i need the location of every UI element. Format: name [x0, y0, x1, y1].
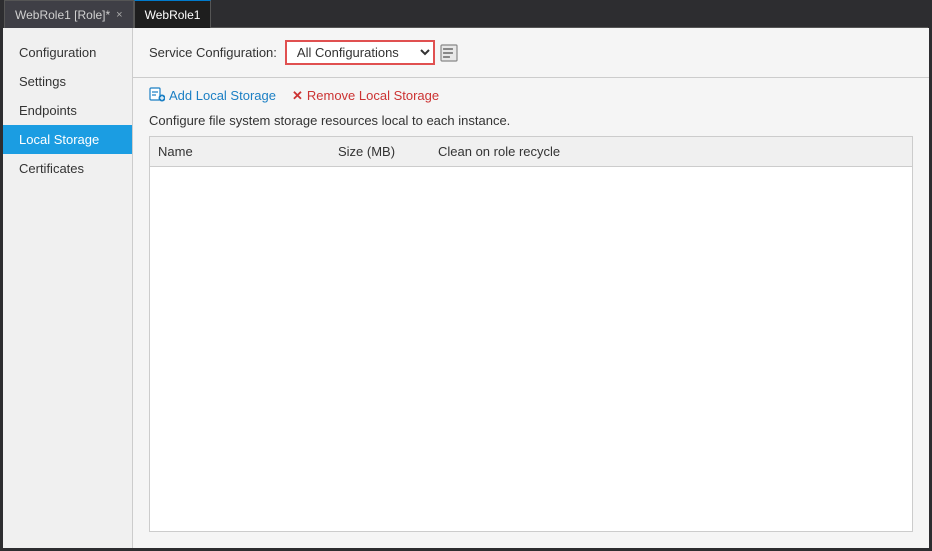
table-header: Name Size (MB) Clean on role recycle: [150, 137, 912, 167]
app-window: WebRole1 [Role]* × WebRole1 Configuratio…: [0, 0, 932, 551]
col-header-name: Name: [150, 141, 330, 162]
add-local-storage-button[interactable]: Add Local Storage: [149, 86, 276, 105]
col-header-size: Size (MB): [330, 141, 430, 162]
tab-label-active: WebRole1: [145, 8, 201, 22]
local-storage-table: Name Size (MB) Clean on role recycle: [149, 136, 913, 532]
toolbar: Add Local Storage ✕ Remove Local Storage: [133, 78, 929, 113]
service-config-row: Service Configuration: All Configuration…: [133, 28, 929, 78]
tab-bar-empty: [211, 0, 928, 28]
add-icon: [149, 86, 165, 105]
sidebar-item-configuration[interactable]: Configuration: [3, 38, 132, 67]
content-panel: Service Configuration: All Configuration…: [133, 28, 929, 548]
col-header-clean: Clean on role recycle: [430, 141, 912, 162]
remove-icon: ✕: [292, 88, 303, 104]
tab-webrole1[interactable]: WebRole1: [134, 0, 212, 28]
remove-local-storage-label: Remove Local Storage: [307, 88, 439, 103]
sidebar: Configuration Settings Endpoints Local S…: [3, 28, 133, 548]
tab-close-icon[interactable]: ×: [116, 9, 122, 21]
service-config-label: Service Configuration:: [149, 45, 277, 60]
table-body: [150, 167, 912, 447]
remove-local-storage-button[interactable]: ✕ Remove Local Storage: [292, 88, 439, 104]
tab-webrole1-role[interactable]: WebRole1 [Role]* ×: [4, 0, 134, 28]
title-bar: WebRole1 [Role]* × WebRole1: [0, 0, 932, 28]
main-area: Configuration Settings Endpoints Local S…: [0, 28, 932, 551]
service-config-select[interactable]: All Configurations Cloud Local: [285, 40, 435, 65]
sidebar-item-certificates[interactable]: Certificates: [3, 154, 132, 183]
config-settings-icon[interactable]: [439, 43, 459, 63]
add-local-storage-label: Add Local Storage: [169, 88, 276, 103]
sidebar-item-local-storage[interactable]: Local Storage: [3, 125, 132, 154]
service-config-wrapper: All Configurations Cloud Local: [285, 40, 459, 65]
sidebar-item-settings[interactable]: Settings: [3, 67, 132, 96]
tab-label: WebRole1 [Role]*: [15, 8, 110, 22]
description-text: Configure file system storage resources …: [133, 113, 929, 136]
sidebar-item-endpoints[interactable]: Endpoints: [3, 96, 132, 125]
